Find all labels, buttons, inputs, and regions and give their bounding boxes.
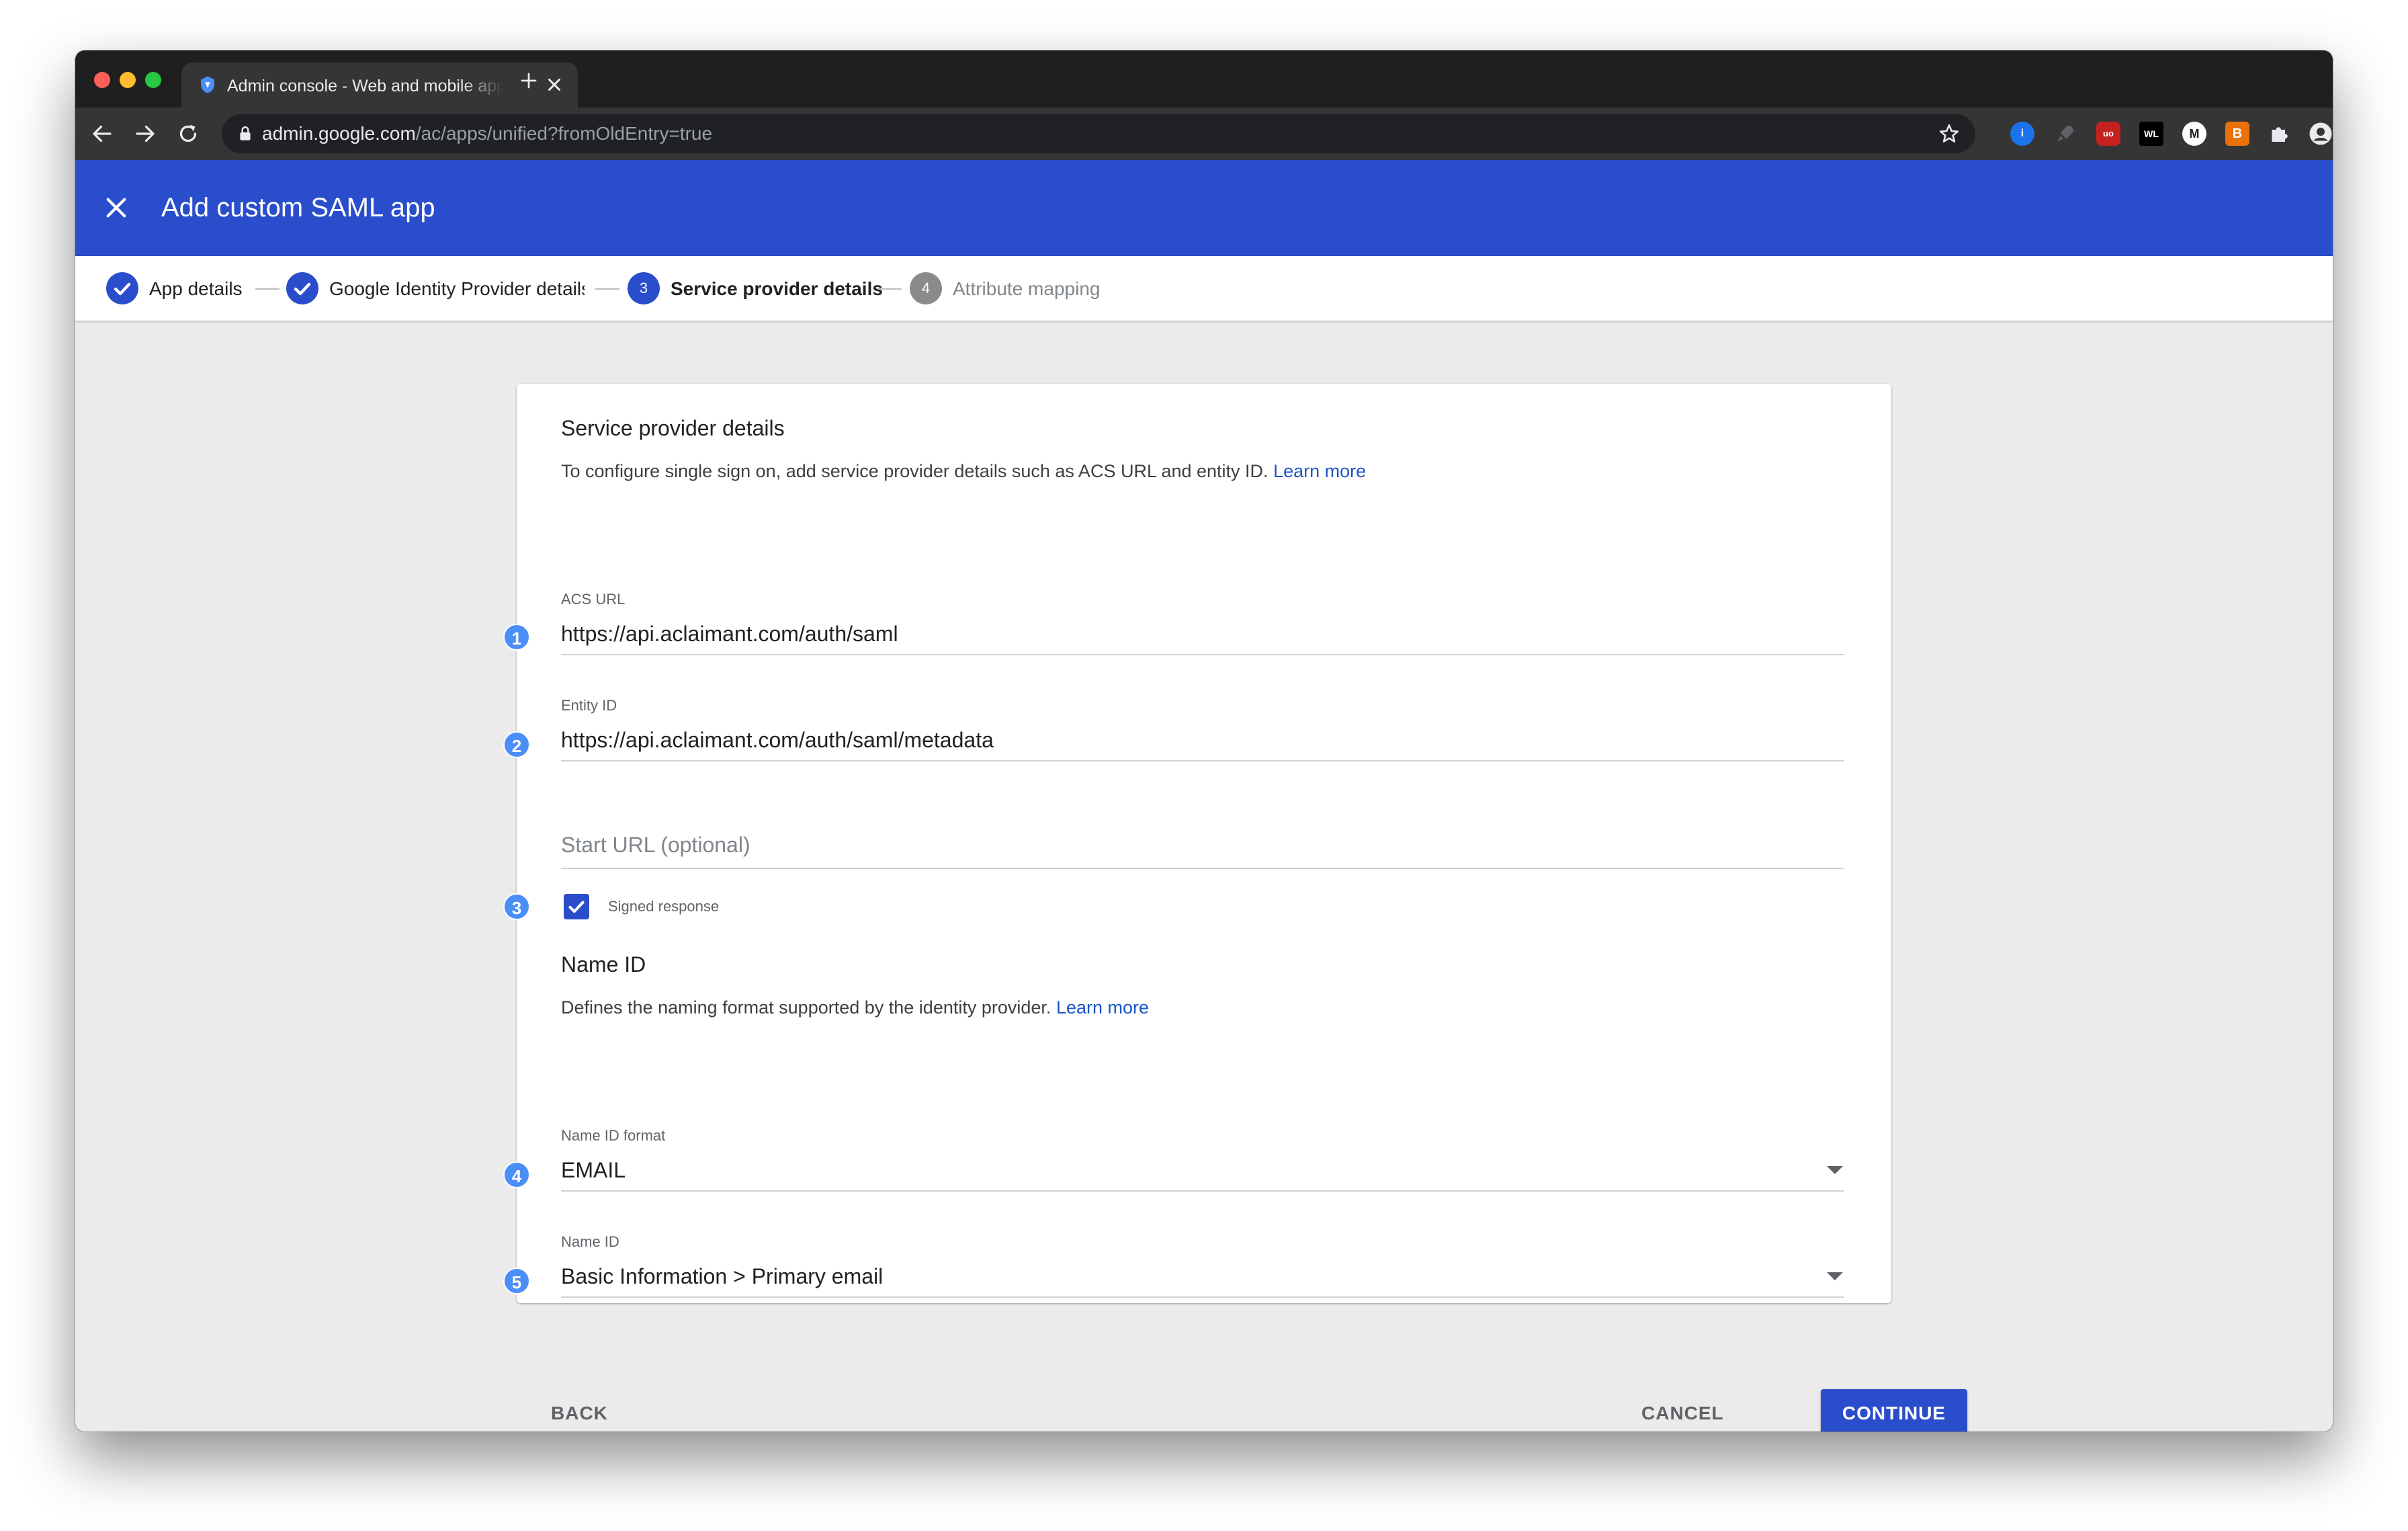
field-underline	[561, 760, 1844, 761]
puzzle-icon[interactable]	[2267, 122, 2291, 146]
step-marker-badge: 1	[503, 624, 530, 651]
signed-response-label: Signed response	[608, 898, 720, 915]
entity-id-input[interactable]: https://api.aclaimant.com/auth/saml/meta…	[561, 727, 994, 753]
profile-avatar-icon[interactable]	[2309, 122, 2333, 146]
step-marker-badge: 4	[503, 1161, 530, 1188]
cancel-button[interactable]: CANCEL	[1641, 1403, 1724, 1424]
browser-window: Admin console - Web and mobile apps admi…	[75, 50, 2333, 1432]
bookmark-star-icon[interactable]	[1938, 122, 1961, 145]
wappalyzer-icon[interactable]: WL	[2139, 122, 2163, 146]
field-underline	[561, 1296, 1844, 1298]
admin-console-favicon-icon	[201, 76, 214, 93]
step-connector	[595, 288, 619, 290]
section-title: Service provider details	[561, 416, 785, 440]
signed-response-checkbox[interactable]	[564, 894, 589, 919]
step-marker-badge: 3	[503, 893, 530, 920]
dropdown-arrow-icon[interactable]	[1825, 1271, 1844, 1282]
back-arrow-icon[interactable]	[90, 122, 114, 146]
acs-url-input[interactable]: https://api.aclaimant.com/auth/saml	[561, 620, 898, 647]
ublock-icon[interactable]: uo	[2096, 122, 2120, 146]
tab-title: Admin console - Web and mobile apps	[227, 77, 503, 95]
step-label: Google Identity Provider details	[329, 278, 585, 299]
maximize-window-button[interactable]	[145, 72, 161, 88]
description-text: To configure single sign on, add service…	[561, 461, 1268, 481]
forward-arrow-icon[interactable]	[133, 122, 157, 146]
url-host: admin.google.com	[262, 123, 416, 144]
rocket-icon[interactable]	[2053, 122, 2077, 146]
step-label: App details	[149, 278, 243, 299]
step-marker-badge: 2	[503, 731, 530, 758]
field-label: Name ID format	[561, 1127, 666, 1144]
tab-close-icon[interactable]	[544, 75, 564, 95]
1password-icon[interactable]: i	[2010, 122, 2034, 146]
entity-id-field[interactable]: Entity ID https://api.aclaimant.com/auth…	[561, 697, 1844, 761]
dropdown-value[interactable]: Basic Information > Primary email	[561, 1263, 883, 1290]
app-header: Add custom SAML app	[75, 160, 2333, 256]
brave-icon-glyph: B	[2232, 126, 2243, 141]
field-underline	[561, 1190, 1844, 1192]
check-icon	[294, 282, 311, 296]
name-id-dropdown[interactable]: Name ID Basic Information > Primary emai…	[561, 1233, 1844, 1298]
start-url-field[interactable]: Start URL (optional)	[561, 831, 1844, 869]
description-text: Defines the naming format supported by t…	[561, 997, 1051, 1018]
url-path: /ac/apps/unified?fromOldEntry=true	[415, 123, 713, 144]
field-label: Entity ID	[561, 697, 617, 714]
close-window-button[interactable]	[94, 72, 110, 88]
page-title: Add custom SAML app	[161, 193, 435, 222]
step-number: 3	[628, 272, 660, 304]
wappalyzer-icon-glyph: WL	[2144, 128, 2159, 139]
acs-url-field[interactable]: ACS URL https://api.aclaimant.com/auth/s…	[561, 591, 1844, 655]
step-connector	[255, 288, 280, 290]
continue-button[interactable]: CONTINUE	[1821, 1389, 1967, 1432]
reload-icon[interactable]	[176, 122, 200, 146]
step-label: Service provider details	[671, 278, 883, 299]
step-label: Attribute mapping	[953, 278, 1101, 299]
name-id-format-dropdown[interactable]: Name ID format EMAIL	[561, 1127, 1844, 1192]
tab-strip: Admin console - Web and mobile apps	[75, 50, 2333, 108]
field-underline	[561, 654, 1844, 655]
step-connector	[877, 288, 902, 290]
step-done-check	[286, 272, 318, 304]
ublock-icon-glyph: uo	[2103, 128, 2114, 138]
service-provider-card: Service provider details To configure si…	[503, 384, 1891, 1303]
address-bar[interactable]: admin.google.com/ac/apps/unified?fromOld…	[222, 114, 1975, 153]
browser-toolbar: admin.google.com/ac/apps/unified?fromOld…	[75, 108, 2333, 160]
dropdown-value[interactable]: EMAIL	[561, 1157, 626, 1184]
brave-icon[interactable]: B	[2225, 122, 2249, 146]
stepper: App details Google Identity Provider det…	[75, 256, 2333, 321]
step-number: 4	[910, 272, 942, 304]
learn-more-link[interactable]: Learn more	[1056, 997, 1149, 1018]
lock-icon	[240, 126, 251, 140]
check-icon	[568, 901, 585, 913]
1password-icon-glyph: i	[2020, 128, 2024, 139]
section-title: Name ID	[561, 952, 646, 977]
dropdown-arrow-icon[interactable]	[1825, 1165, 1844, 1175]
section-description: To configure single sign on, add service…	[561, 460, 1366, 483]
field-label: ACS URL	[561, 591, 626, 608]
close-icon[interactable]	[102, 194, 130, 222]
url-text[interactable]: admin.google.com/ac/apps/unified?fromOld…	[262, 123, 712, 144]
minimize-window-button[interactable]	[120, 72, 136, 88]
field-underline	[561, 868, 1844, 869]
back-button[interactable]: BACK	[551, 1403, 608, 1424]
section-description: Defines the naming format supported by t…	[561, 996, 1149, 1019]
medium-icon[interactable]: M	[2182, 122, 2206, 146]
medium-icon-glyph: M	[2189, 127, 2200, 140]
learn-more-link[interactable]: Learn more	[1273, 461, 1366, 481]
start-url-input[interactable]: Start URL (optional)	[561, 831, 750, 858]
new-tab-icon[interactable]	[519, 71, 539, 91]
check-icon	[114, 282, 131, 296]
field-label: Name ID	[561, 1233, 619, 1250]
step-marker-badge: 5	[503, 1268, 530, 1294]
step-done-check	[106, 272, 138, 304]
